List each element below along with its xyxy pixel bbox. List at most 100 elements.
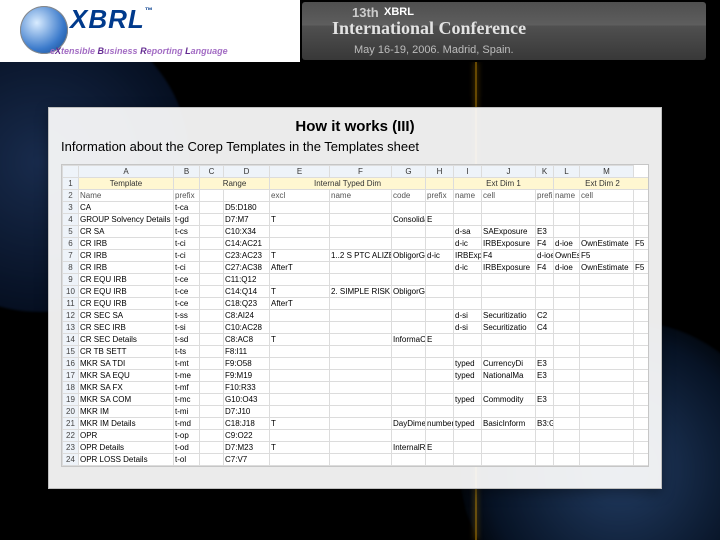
row-header[interactable]: 11 <box>63 298 79 310</box>
cell[interactable] <box>330 430 392 442</box>
group-header-cell[interactable]: Template <box>79 178 174 190</box>
cell[interactable] <box>270 358 330 370</box>
cell[interactable] <box>392 298 426 310</box>
row-header[interactable]: 13 <box>63 322 79 334</box>
cell[interactable] <box>482 202 536 214</box>
cell[interactable]: E3 <box>536 226 554 238</box>
cell[interactable]: F4 <box>536 238 554 250</box>
cell[interactable] <box>270 454 330 466</box>
group-header-cell[interactable]: Internal Typed Dim <box>270 178 426 190</box>
cell[interactable]: 1..2 S PTC ALIZE <box>330 250 392 262</box>
cell[interactable]: t-mf <box>174 382 200 394</box>
group-header-cell[interactable]: Ext Dim 1 <box>454 178 554 190</box>
cell[interactable]: CR IRB <box>79 238 174 250</box>
sub-header-cell[interactable]: code <box>392 190 426 202</box>
cell[interactable] <box>536 214 554 226</box>
cell[interactable]: IRBExposure <box>482 262 536 274</box>
cell[interactable]: d-ic <box>454 262 482 274</box>
row-header[interactable]: 15 <box>63 346 79 358</box>
cell[interactable]: CR SEC SA <box>79 310 174 322</box>
cell[interactable]: d-ioe <box>554 262 580 274</box>
cell[interactable]: typed <box>454 370 482 382</box>
row-header[interactable]: 2 <box>63 190 79 202</box>
cell[interactable] <box>634 214 650 226</box>
cell[interactable] <box>634 334 650 346</box>
sub-header-cell[interactable]: name <box>554 190 580 202</box>
cell[interactable] <box>392 202 426 214</box>
row-header[interactable]: 1 <box>63 178 79 190</box>
cell[interactable] <box>454 286 482 298</box>
cell[interactable]: T <box>270 418 330 430</box>
cell[interactable] <box>580 226 634 238</box>
row-header[interactable]: 14 <box>63 334 79 346</box>
cell[interactable] <box>482 286 536 298</box>
cell[interactable]: C14:AC21 <box>224 238 270 250</box>
cell[interactable]: t-op <box>174 430 200 442</box>
cell[interactable]: Commodity <box>482 394 536 406</box>
cell[interactable] <box>554 346 580 358</box>
column-header[interactable]: L <box>554 166 580 178</box>
cell[interactable] <box>270 370 330 382</box>
cell[interactable]: 2. SIMPLE RISK <box>330 286 392 298</box>
cell[interactable] <box>536 286 554 298</box>
cell[interactable] <box>580 454 634 466</box>
cell[interactable]: t-ce <box>174 298 200 310</box>
group-header-cell[interactable] <box>174 178 200 190</box>
cell[interactable] <box>426 394 454 406</box>
cell[interactable] <box>392 394 426 406</box>
column-header[interactable]: K <box>536 166 554 178</box>
cell[interactable] <box>330 238 392 250</box>
cell[interactable] <box>330 358 392 370</box>
row-header[interactable]: 7 <box>63 250 79 262</box>
cell[interactable]: t-mc <box>174 394 200 406</box>
cell[interactable]: C2 <box>536 310 554 322</box>
cell[interactable] <box>392 406 426 418</box>
group-header-cell[interactable] <box>426 178 454 190</box>
cell[interactable] <box>200 370 224 382</box>
cell[interactable] <box>330 418 392 430</box>
cell[interactable] <box>580 310 634 322</box>
cell[interactable]: t-ci <box>174 262 200 274</box>
cell[interactable]: CA <box>79 202 174 214</box>
cell[interactable]: T <box>270 250 330 262</box>
column-header[interactable]: J <box>482 166 536 178</box>
cell[interactable]: T <box>270 286 330 298</box>
cell[interactable] <box>554 442 580 454</box>
cell[interactable]: C7:V7 <box>224 454 270 466</box>
cell[interactable]: T <box>270 214 330 226</box>
cell[interactable]: t-od <box>174 442 200 454</box>
row-header[interactable]: 3 <box>63 202 79 214</box>
cell[interactable] <box>200 214 224 226</box>
cell[interactable]: OwnEstimate <box>580 238 634 250</box>
cell[interactable] <box>580 286 634 298</box>
cell[interactable]: CR EQU IRB <box>79 274 174 286</box>
cell[interactable]: F9:O58 <box>224 358 270 370</box>
cell[interactable]: C11:Q12 <box>224 274 270 286</box>
cell[interactable]: t-gd <box>174 214 200 226</box>
cell[interactable] <box>200 442 224 454</box>
cell[interactable] <box>536 202 554 214</box>
cell[interactable] <box>330 346 392 358</box>
cell[interactable]: C10:X34 <box>224 226 270 238</box>
cell[interactable] <box>270 322 330 334</box>
cell[interactable] <box>580 394 634 406</box>
cell[interactable] <box>426 226 454 238</box>
cell[interactable] <box>426 310 454 322</box>
cell[interactable] <box>330 322 392 334</box>
row-header[interactable]: 23 <box>63 442 79 454</box>
cell[interactable] <box>200 310 224 322</box>
cell[interactable] <box>392 238 426 250</box>
cell[interactable]: t-cs <box>174 226 200 238</box>
cell[interactable] <box>426 202 454 214</box>
cell[interactable] <box>330 382 392 394</box>
row-header[interactable]: 22 <box>63 430 79 442</box>
cell[interactable] <box>200 334 224 346</box>
cell[interactable] <box>330 442 392 454</box>
cell[interactable] <box>392 370 426 382</box>
cell[interactable] <box>580 430 634 442</box>
row-header[interactable]: 5 <box>63 226 79 238</box>
cell[interactable]: typed <box>454 394 482 406</box>
cell[interactable] <box>536 406 554 418</box>
row-header[interactable]: 16 <box>63 358 79 370</box>
cell[interactable] <box>634 442 650 454</box>
